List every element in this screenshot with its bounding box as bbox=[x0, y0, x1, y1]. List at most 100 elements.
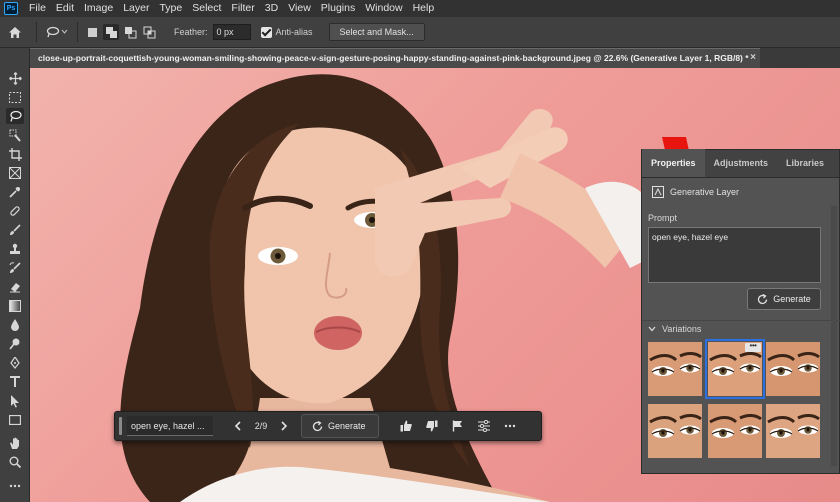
menu-layer[interactable]: Layer bbox=[118, 0, 154, 17]
photoshop-logo: Ps bbox=[4, 2, 18, 15]
brush-tool[interactable] bbox=[6, 222, 24, 238]
intersect-selection-button[interactable] bbox=[141, 24, 157, 40]
variation-thumbnail-selected[interactable]: ••• bbox=[705, 339, 765, 399]
generate-button[interactable]: Generate bbox=[747, 288, 821, 310]
lasso-icon bbox=[9, 110, 22, 122]
eye-thumbnail-art bbox=[648, 342, 702, 396]
blur-tool[interactable] bbox=[6, 317, 24, 333]
home-icon bbox=[9, 26, 21, 38]
divider bbox=[642, 320, 840, 321]
menu-window[interactable]: Window bbox=[360, 0, 407, 17]
chevron-down-icon bbox=[648, 326, 656, 332]
menu-3d[interactable]: 3D bbox=[260, 0, 283, 17]
more-tools[interactable] bbox=[6, 478, 24, 494]
thumbs-down-icon bbox=[425, 420, 438, 432]
gradient-icon bbox=[9, 300, 21, 312]
add-selection-icon bbox=[105, 26, 117, 38]
move-tool[interactable] bbox=[6, 70, 24, 86]
variation-thumbnail[interactable] bbox=[708, 404, 762, 458]
marquee-tool[interactable] bbox=[6, 89, 24, 105]
menu-edit[interactable]: Edit bbox=[51, 0, 79, 17]
new-selection-button[interactable] bbox=[84, 24, 100, 40]
generative-layer-icon bbox=[652, 186, 664, 198]
antialias-checkbox[interactable] bbox=[260, 26, 272, 38]
variations-header[interactable]: Variations bbox=[648, 324, 701, 334]
eye-thumbnail-art bbox=[708, 404, 762, 458]
variation-thumbnail[interactable] bbox=[648, 342, 702, 396]
path-selection-tool[interactable] bbox=[6, 393, 24, 409]
add-to-selection-button[interactable] bbox=[103, 24, 119, 40]
type-tool[interactable] bbox=[6, 374, 24, 390]
menu-filter[interactable]: Filter bbox=[226, 0, 259, 17]
tab-adjustments[interactable]: Adjustments bbox=[705, 149, 778, 177]
menu-select[interactable]: Select bbox=[187, 0, 226, 17]
menu-view[interactable]: View bbox=[283, 0, 316, 17]
refresh-icon bbox=[312, 420, 323, 431]
report-button[interactable] bbox=[445, 411, 471, 441]
history-brush-tool[interactable] bbox=[6, 260, 24, 276]
flag-icon bbox=[452, 420, 463, 432]
zoom-tool[interactable] bbox=[6, 454, 24, 470]
path-select-icon bbox=[11, 394, 19, 407]
eraser-tool[interactable] bbox=[6, 279, 24, 295]
tab-properties[interactable]: Properties bbox=[642, 149, 705, 177]
layer-header: Generative Layer bbox=[642, 178, 839, 206]
menu-plugins[interactable]: Plugins bbox=[316, 0, 360, 17]
thumbs-up-icon bbox=[400, 420, 412, 432]
drag-handle[interactable] bbox=[119, 417, 122, 435]
pen-tool[interactable] bbox=[6, 355, 24, 371]
more-options-button[interactable] bbox=[497, 411, 523, 441]
hand-tool[interactable] bbox=[6, 435, 24, 451]
home-button[interactable] bbox=[0, 17, 30, 48]
quick-select-tool[interactable] bbox=[6, 127, 24, 143]
feather-input[interactable]: 0 px bbox=[212, 24, 251, 40]
panel-scrollbar[interactable] bbox=[831, 206, 837, 466]
menu-file[interactable]: File bbox=[24, 0, 51, 17]
settings-button[interactable] bbox=[471, 411, 497, 441]
menu-type[interactable]: Type bbox=[154, 0, 187, 17]
taskbar-prompt-field[interactable]: open eye, hazel ... bbox=[127, 416, 213, 436]
thumbs-down-button[interactable] bbox=[419, 411, 445, 441]
variation-counter: 2/9 bbox=[254, 421, 268, 431]
more-icon[interactable]: ••• bbox=[745, 342, 761, 352]
prompt-textarea[interactable]: open eye, hazel eye bbox=[648, 227, 821, 283]
sliders-icon bbox=[477, 420, 490, 432]
eyedropper-tool[interactable] bbox=[6, 184, 24, 200]
eye-thumbnail-art bbox=[766, 404, 820, 458]
lasso-tool[interactable] bbox=[6, 108, 24, 124]
gradient-tool[interactable] bbox=[6, 298, 24, 314]
document-tab-bar: close-up-portrait-coquettish-young-woman… bbox=[30, 48, 840, 68]
new-selection-icon bbox=[87, 27, 97, 37]
document-tab[interactable]: close-up-portrait-coquettish-young-woman… bbox=[30, 48, 760, 68]
lasso-icon bbox=[46, 26, 68, 38]
frame-tool[interactable] bbox=[6, 165, 24, 181]
next-variation-button[interactable] bbox=[271, 411, 297, 441]
variation-thumbnail[interactable] bbox=[766, 342, 820, 396]
select-and-mask-button[interactable]: Select and Mask... bbox=[328, 23, 425, 41]
crop-tool[interactable] bbox=[6, 146, 24, 162]
close-tab-icon[interactable]: × bbox=[750, 49, 756, 67]
frame-icon bbox=[9, 167, 21, 179]
marquee-icon bbox=[9, 91, 21, 103]
divider bbox=[36, 22, 37, 42]
menu-help[interactable]: Help bbox=[408, 0, 440, 17]
prompt-label: Prompt bbox=[648, 213, 678, 223]
refresh-icon bbox=[758, 293, 768, 304]
thumbs-up-button[interactable] bbox=[393, 411, 419, 441]
subtract-selection-button[interactable] bbox=[122, 24, 138, 40]
healing-brush-tool[interactable] bbox=[6, 203, 24, 219]
eye-thumbnail-art bbox=[766, 342, 820, 396]
variation-thumbnail[interactable] bbox=[766, 404, 820, 458]
variation-thumbnail[interactable] bbox=[648, 404, 702, 458]
rectangle-icon bbox=[9, 415, 21, 425]
clone-stamp-tool[interactable] bbox=[6, 241, 24, 257]
healing-brush-icon bbox=[10, 206, 20, 216]
rectangle-tool[interactable] bbox=[6, 412, 24, 428]
previous-variation-button[interactable] bbox=[225, 411, 251, 441]
taskbar-generate-button[interactable]: Generate bbox=[301, 414, 379, 438]
eraser-icon bbox=[10, 283, 20, 293]
menu-image[interactable]: Image bbox=[79, 0, 118, 17]
dodge-tool[interactable] bbox=[6, 336, 24, 352]
tab-libraries[interactable]: Libraries bbox=[777, 149, 833, 177]
tool-preset-picker[interactable] bbox=[43, 22, 71, 42]
